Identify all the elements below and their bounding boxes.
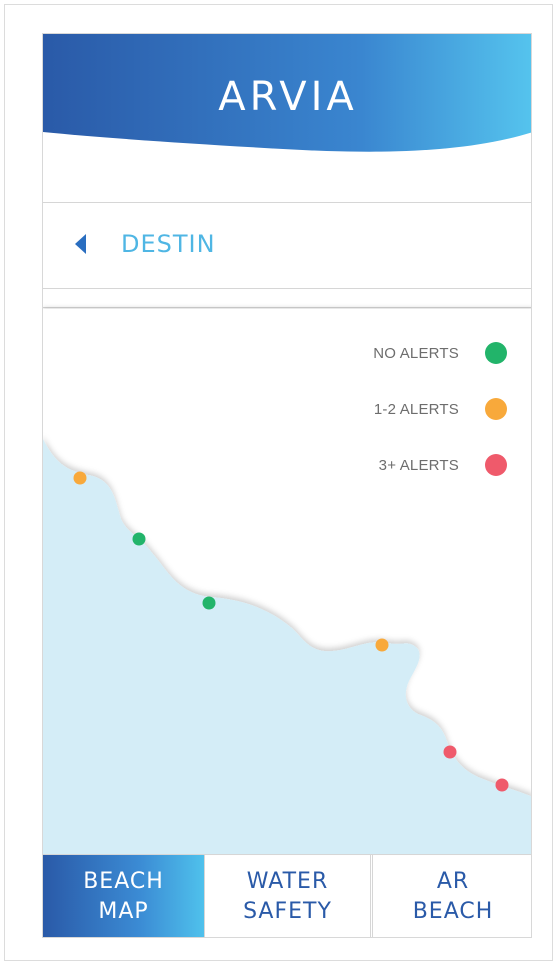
tab-ar-beach[interactable]: AR BEACH (370, 855, 531, 937)
divider (43, 307, 531, 308)
legend-label: 1-2 ALERTS (373, 400, 459, 418)
legend-label: 3+ ALERTS (378, 456, 459, 474)
legend-dot-orange (485, 398, 507, 420)
legend-3-plus-alerts: 3+ ALERTS (379, 454, 507, 476)
legend-1-2-alerts: 1-2 ALERTS (374, 398, 507, 420)
map-canvas[interactable] (43, 309, 532, 854)
legend-no-alerts: NO ALERTS (373, 342, 507, 364)
back-arrow-icon[interactable] (75, 234, 86, 254)
beach-marker[interactable] (73, 471, 87, 485)
tab-water-safety[interactable]: WATER SAFETY (204, 855, 370, 937)
beach-marker[interactable] (495, 778, 509, 792)
beach-marker[interactable] (443, 745, 457, 759)
location-back-button[interactable]: DESTIN (43, 202, 531, 288)
legend-dot-green (485, 342, 507, 364)
app-screen: ARVIA DESTIN NO ALERTS 1-2 ALERTS 3+ ALE… (42, 33, 532, 938)
beach-marker[interactable] (375, 638, 389, 652)
water-area (43, 439, 531, 854)
beach-marker[interactable] (132, 532, 146, 546)
divider (43, 288, 531, 289)
beach-marker[interactable] (202, 596, 216, 610)
location-label[interactable]: DESTIN (121, 230, 216, 258)
app-title: ARVIA (218, 74, 358, 120)
legend-dot-red (485, 454, 507, 476)
bottom-tab-bar: BEACH MAP WATER SAFETY AR BEACH (43, 854, 531, 937)
tab-beach-map[interactable]: BEACH MAP (43, 855, 204, 937)
legend-label: NO ALERTS (373, 344, 459, 362)
beach-map[interactable]: NO ALERTS 1-2 ALERTS 3+ ALERTS (43, 309, 532, 854)
app-header: ARVIA (43, 34, 531, 202)
